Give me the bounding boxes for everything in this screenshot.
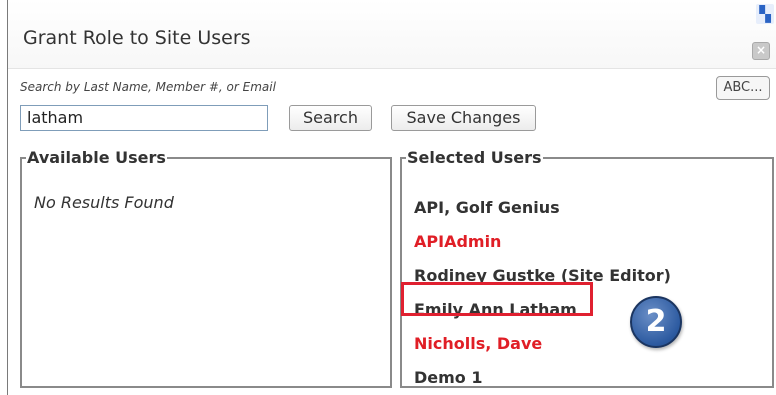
abc-button[interactable]: ABC... <box>716 76 770 100</box>
save-changes-button[interactable]: Save Changes <box>391 105 536 131</box>
available-users-panel: Available Users No Results Found <box>20 148 392 388</box>
close-button[interactable]: × <box>752 42 770 60</box>
highlight-box <box>401 282 593 316</box>
list-item[interactable]: Demo 1 <box>414 361 671 395</box>
search-input[interactable]: latham <box>20 105 268 131</box>
available-users-legend: Available Users <box>27 148 166 167</box>
dialog-title: Grant Role to Site Users <box>23 27 251 49</box>
dialog-titlebar: Grant Role to Site Users ▚ × <box>8 0 776 69</box>
page-edge <box>0 0 4 395</box>
list-item[interactable]: APIAdmin <box>414 225 671 259</box>
app-logo-icon: ▚ <box>756 4 774 24</box>
search-label: Search by Last Name, Member #, or Email <box>20 80 276 94</box>
list-item[interactable]: API, Golf Genius <box>414 191 671 225</box>
selected-users-legend: Selected Users <box>407 148 542 167</box>
selected-users-panel: Selected Users API, Golf Genius APIAdmin… <box>400 148 774 388</box>
step-number-badge: 2 <box>630 296 682 348</box>
no-results-text: No Results Found <box>34 193 174 212</box>
search-button[interactable]: Search <box>289 105 372 131</box>
